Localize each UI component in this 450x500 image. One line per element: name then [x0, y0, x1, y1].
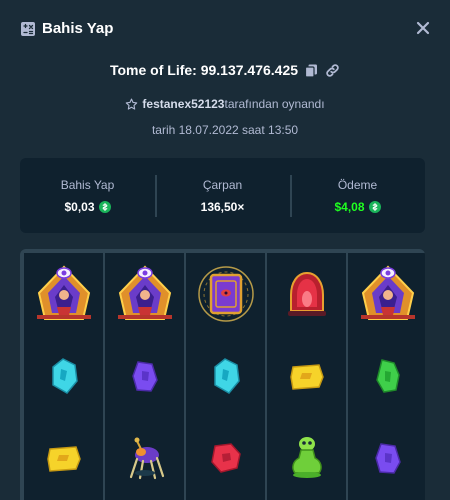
copy-icon[interactable]: [304, 63, 319, 78]
yellow-gem-symbol: [24, 417, 103, 499]
payout-text: $4,08: [334, 199, 365, 214]
coin-icon: [368, 200, 381, 213]
cyan-gem-symbol: [24, 335, 103, 417]
bet-amount-value: $0,03: [64, 199, 111, 214]
payout-label: Ödeme: [337, 177, 378, 192]
played-by-row: festanex52123 tarafından oynandı: [0, 95, 450, 113]
purple-gem-symbol: [348, 417, 425, 499]
slot-board: [20, 249, 425, 500]
stat-bet: Bahis Yap $0,03: [20, 158, 155, 233]
purple-gem-symbol: [105, 335, 184, 417]
coin-icon: [98, 200, 111, 213]
multiplier-label: Çarpan: [202, 177, 243, 192]
bet-amount-label: Bahis Yap: [60, 177, 115, 192]
yellow-gem-symbol: [267, 335, 346, 417]
stat-multiplier: Çarpan 136,50×: [155, 158, 290, 233]
bet-id-row: Tome of Life: 99.137.476.425: [0, 60, 450, 80]
close-icon[interactable]: [414, 19, 432, 37]
reel-4: [267, 253, 346, 500]
payout-value: $4,08: [334, 199, 381, 214]
link-icon[interactable]: [325, 63, 340, 78]
modal-header: Bahis Yap: [0, 0, 450, 58]
reel-5: [348, 253, 425, 500]
tome-symbol: [186, 253, 265, 335]
modal-title: Bahis Yap: [42, 20, 114, 37]
green-potion-symbol: [267, 417, 346, 499]
spider-symbol: [105, 417, 184, 499]
bet-date: tarih 18.07.2022 saat 13:50: [151, 123, 299, 137]
red-crystal-symbol: [267, 253, 346, 335]
wizard-symbol: [105, 253, 184, 335]
reel-2: [105, 253, 184, 500]
multiplier-value: 136,50×: [200, 199, 245, 214]
stat-payout: Ödeme $4,08: [290, 158, 425, 233]
reel-3: [186, 253, 265, 500]
bet-stats-panel: Bahis Yap $0,03 Çarpan 136,50× Ödeme $4,…: [20, 158, 425, 233]
wizard-symbol: [348, 253, 425, 335]
cyan-gem-symbol: [186, 335, 265, 417]
reel-1: [24, 253, 103, 500]
red-gem-symbol: [186, 417, 265, 499]
player-name[interactable]: festanex52123: [142, 97, 224, 111]
star-icon[interactable]: [125, 98, 138, 111]
wizard-symbol: [24, 253, 103, 335]
green-gem-symbol: [348, 335, 425, 417]
bet-id: Tome of Life: 99.137.476.425: [109, 62, 299, 78]
played-by-text: tarafından oynandı: [224, 97, 325, 111]
bet-amount-text: $0,03: [64, 199, 95, 214]
bet-slip-icon: [21, 22, 35, 36]
